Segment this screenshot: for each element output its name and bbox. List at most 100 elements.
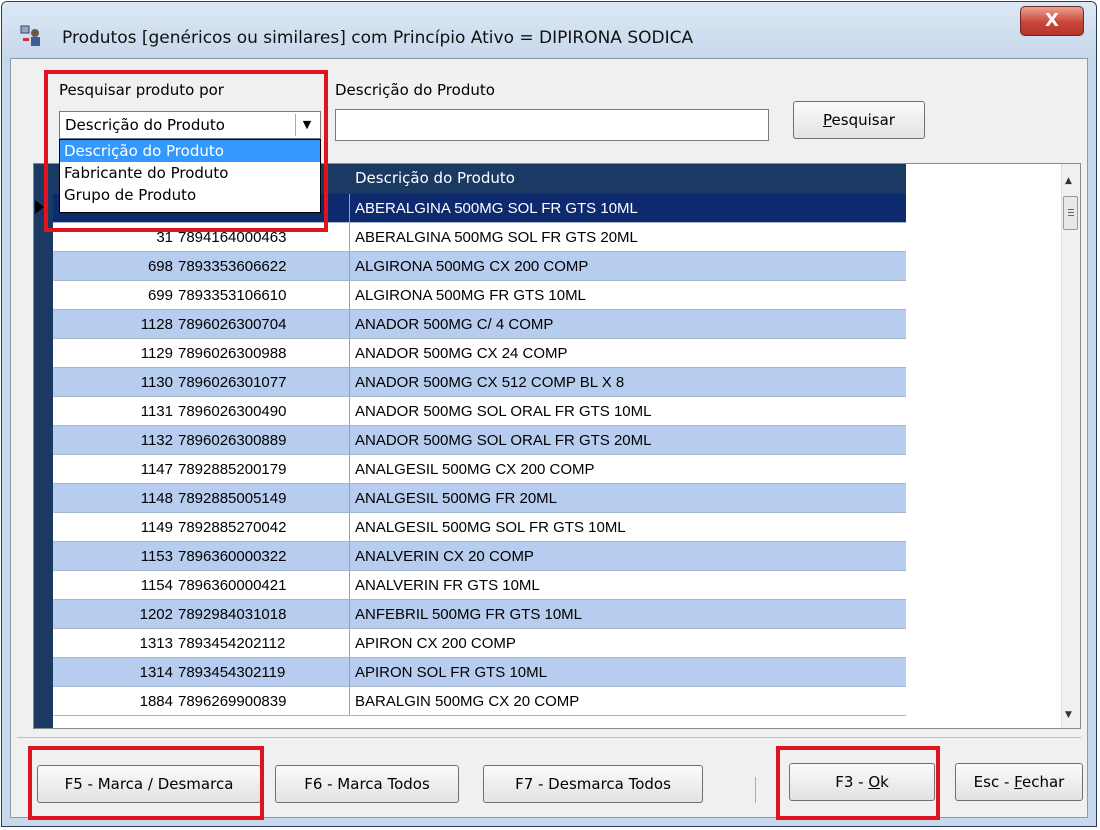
cell-desc: ANALGESIL 500MG SOL FR GTS 10ML — [355, 519, 626, 536]
window-title: Produtos [genéricos ou similares] com Pr… — [62, 28, 694, 48]
dropdown-option-descricao[interactable]: Descrição do Produto — [60, 140, 320, 162]
search-by-label: Pesquisar produto por — [59, 81, 224, 99]
title-bar: Produtos [genéricos ou similares] com Pr… — [2, 2, 1096, 62]
cell-id: 1202 — [139, 606, 173, 623]
dialog-window: Produtos [genéricos ou similares] com Pr… — [1, 1, 1097, 827]
scrollbar-thumb[interactable] — [1063, 196, 1078, 230]
dialog-client-area: Pesquisar produto por Descrição do Produ… — [10, 58, 1088, 818]
table-row[interactable]: 1149 7892885270042 ANALGESIL 500MG SOL FR … — [53, 513, 906, 542]
table-row[interactable]: 1131 7896026300490 ANADOR 500MG SOL ORAL F… — [53, 397, 906, 426]
close-window-button[interactable]: X — [1020, 6, 1084, 36]
cell-id: 1149 — [140, 519, 173, 536]
column-separator — [349, 281, 350, 309]
close-button-rest: echar — [1021, 773, 1065, 791]
table-row[interactable]: 1148 7892885005149 ANALGESIL 500MG FR 20ML — [53, 484, 906, 513]
search-by-combo[interactable]: Descrição do Produto ▼ — [59, 111, 321, 139]
column-separator — [349, 339, 350, 367]
table-row[interactable]: 1132 7896026300889 ANADOR 500MG SOL ORAL F… — [53, 426, 906, 455]
cell-id: 1131 — [140, 403, 173, 420]
scroll-up-arrow-icon[interactable]: ▲ — [1065, 176, 1072, 186]
column-separator — [349, 542, 350, 570]
ok-button-rest: k — [880, 773, 889, 791]
ok-button-prefix: F3 - — [835, 773, 869, 791]
table-row[interactable]: 1153 7896360000322 ANALVERIN CX 20 COMP — [53, 542, 906, 571]
cell-id: 1128 — [140, 316, 173, 333]
cell-desc: ABERALGINA 500MG SOL FR GTS 20ML — [355, 229, 638, 246]
products-grid[interactable]: Descrição do Produto 307894164000358ABER… — [33, 163, 1081, 729]
cell-ean: 7896360000322 — [178, 548, 287, 565]
cell-ean: 7896269900839 — [178, 693, 287, 710]
description-search-input[interactable] — [335, 109, 769, 141]
close-button-mnemonic: F — [1014, 773, 1022, 791]
cell-ean: 7892984031018 — [178, 606, 287, 623]
cell-id: 1132 — [140, 432, 173, 449]
search-by-dropdown: Descrição do Produto Fabricante do Produ… — [59, 139, 321, 213]
scroll-down-arrow-icon[interactable]: ▼ — [1065, 710, 1072, 720]
table-row[interactable]: 1128 7896026300704 ANADOR 500MG C/ 4 COMP — [53, 310, 906, 339]
table-row[interactable]: 1130 7896026301077 ANADOR 500MG CX 512 COM… — [53, 368, 906, 397]
table-row[interactable]: 1884 7896269900839 BARALGIN 500MG CX 20 CO… — [53, 687, 906, 716]
cell-desc: APIRON SOL FR GTS 10ML — [355, 664, 547, 681]
footer-separator — [17, 737, 1081, 738]
cell-desc: ANADOR 500MG CX 512 COMP BL X 8 — [355, 374, 625, 391]
cell-ean: 7892885005149 — [178, 490, 287, 507]
chevron-down-icon[interactable]: ▼ — [295, 114, 318, 136]
cell-id: 1314 — [139, 664, 173, 681]
dropdown-option-fabricante[interactable]: Fabricante do Produto — [60, 162, 320, 184]
unmark-all-button[interactable]: F7 - Desmarca Todos — [483, 765, 703, 803]
cell-id: 31 — [156, 229, 173, 246]
dropdown-option-grupo[interactable]: Grupo de Produto — [60, 184, 320, 206]
table-row[interactable]: 1147 7892885200179 ANALGESIL 500MG CX 200 … — [53, 455, 906, 484]
vertical-scrollbar[interactable]: ▲ ▼ — [1061, 164, 1080, 728]
column-separator — [349, 397, 350, 425]
table-row[interactable]: 1313 7893454202112 APIRON CX 200 COMP — [53, 629, 906, 658]
cell-id: 698 — [147, 258, 173, 275]
search-button[interactable]: Pesquisar — [793, 101, 925, 139]
column-separator — [349, 687, 350, 715]
product-search-icon — [20, 25, 40, 46]
cell-ean: 7894164000463 — [178, 229, 287, 246]
column-header-description[interactable]: Descrição do Produto — [355, 169, 515, 187]
row-indicator-column — [34, 164, 53, 728]
ok-button[interactable]: F3 - Ok — [789, 763, 935, 801]
cell-ean: 7893454302119 — [178, 664, 286, 681]
column-separator — [349, 252, 350, 280]
close-button[interactable]: Esc - Fechar — [955, 763, 1083, 801]
cell-desc: ANADOR 500MG SOL ORAL FR GTS 10ML — [355, 403, 652, 420]
close-button-prefix: Esc - — [973, 773, 1015, 791]
table-row[interactable]: 1129 7896026300988 ANADOR 500MG CX 24 COMP — [53, 339, 906, 368]
column-separator — [349, 484, 350, 512]
cell-desc: ANALVERIN FR GTS 10ML — [355, 577, 540, 594]
ok-button-mnemonic: O — [868, 773, 881, 791]
column-separator — [349, 368, 350, 396]
column-separator — [349, 513, 350, 541]
table-row[interactable]: 31 7894164000463 ABERALGINA 500MG SOL FR G… — [53, 223, 906, 252]
cell-desc: ALGIRONA 500MG CX 200 COMP — [355, 258, 589, 275]
table-row[interactable]: 699 7893353106610 ALGIRONA 500MG FR GTS 10… — [53, 281, 906, 310]
cell-ean: 7896026300704 — [178, 316, 287, 333]
footer-divider — [755, 777, 756, 803]
cell-desc: APIRON CX 200 COMP — [355, 635, 516, 652]
cell-desc: ANALGESIL 500MG FR 20ML — [355, 490, 558, 507]
cell-desc: ANADOR 500MG CX 24 COMP — [355, 345, 568, 362]
column-separator — [349, 223, 350, 251]
cell-ean: 7893454202112 — [178, 635, 286, 652]
column-separator — [349, 658, 350, 686]
cell-ean: 7896026300889 — [178, 432, 287, 449]
mark-all-button[interactable]: F6 - Marca Todos — [275, 765, 459, 803]
mark-toggle-button[interactable]: F5 - Marca / Desmarca — [37, 765, 261, 803]
cell-desc: ANALGESIL 500MG CX 200 COMP — [355, 461, 595, 478]
cell-ean: 7892885270042 — [178, 519, 287, 536]
search-by-selected: Descrição do Produto — [65, 116, 225, 134]
cell-id: 1147 — [140, 461, 173, 478]
cell-ean: 7893353106610 — [178, 287, 287, 304]
table-row[interactable]: 698 7893353606622 ALGIRONA 500MG CX 200 CO… — [53, 252, 906, 281]
cell-id: 1154 — [140, 577, 173, 594]
table-row[interactable]: 1154 7896360000421 ANALVERIN FR GTS 10ML — [53, 571, 906, 600]
current-row-arrow-icon — [35, 200, 44, 214]
table-row[interactable]: 1202 7892984031018 ANFEBRIL 500MG FR GTS 1… — [53, 600, 906, 629]
table-row[interactable]: 1314 7893454302119 APIRON SOL FR GTS 10ML — [53, 658, 906, 687]
description-field-label: Descrição do Produto — [335, 81, 495, 99]
cell-ean: 7896026300988 — [178, 345, 287, 362]
cell-id: 1884 — [139, 693, 173, 710]
